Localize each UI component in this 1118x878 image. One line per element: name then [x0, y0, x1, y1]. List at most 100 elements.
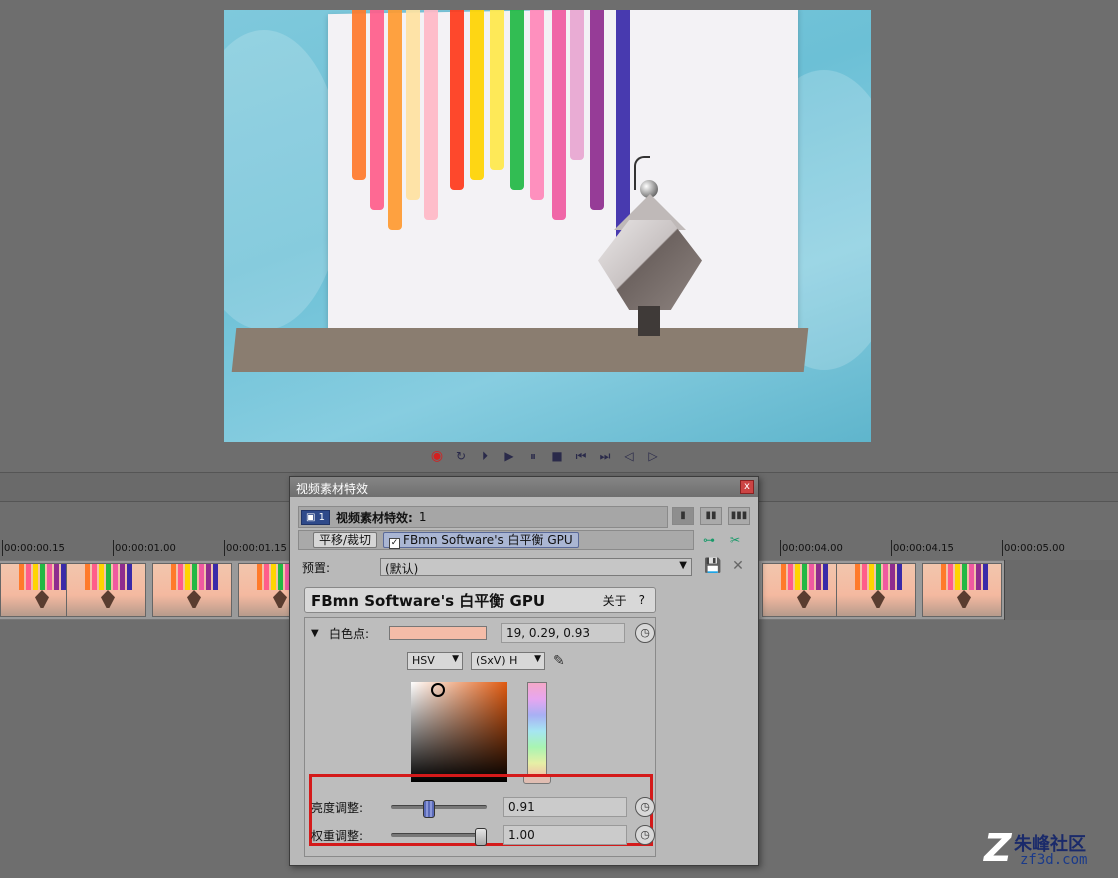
track-thumbnail: [152, 563, 232, 617]
track-thumbnail: [762, 563, 842, 617]
ribbon: [406, 10, 420, 200]
plugin-chain: 平移/裁切 ✓ FBmn Software's 白平衡 GPU: [298, 530, 694, 550]
weight-slider[interactable]: [391, 828, 487, 846]
color-model-value: HSV: [412, 654, 435, 667]
plugin-chain-icon[interactable]: ⊶: [700, 532, 718, 548]
loop-button[interactable]: ↻: [452, 447, 470, 465]
keyframe-clock-icon[interactable]: ◷: [635, 825, 655, 845]
color-model-select[interactable]: HSV ▼: [407, 652, 463, 670]
ruler-tick: [891, 540, 892, 556]
ribbon: [470, 10, 484, 180]
ribbon: [552, 10, 566, 220]
ribbon: [510, 10, 524, 190]
plugin-label: FBmn Software's 白平衡 GPU: [403, 533, 573, 547]
ribbon: [590, 10, 604, 210]
keyframe-clock-icon[interactable]: ◷: [635, 623, 655, 643]
single-view-icon[interactable]: ▮: [672, 507, 694, 525]
ruler-label: 00:00:01.00: [115, 543, 176, 554]
video-preview: [224, 10, 871, 442]
double-view-icon[interactable]: ▮▮: [700, 507, 722, 525]
ruler-label: 00:00:00.15: [4, 543, 65, 554]
ruler-tick: [780, 540, 781, 556]
picker-crosshair-icon[interactable]: [431, 683, 445, 697]
ribbon: [450, 10, 464, 190]
eyedropper-icon[interactable]: ✎: [553, 653, 565, 669]
white-point-label: 白色点:: [329, 626, 370, 641]
ornament-stem: [638, 306, 660, 336]
play-button[interactable]: ▶: [500, 447, 518, 465]
go-end-button[interactable]: ⏭: [596, 447, 614, 465]
white-point-swatch[interactable]: [389, 626, 487, 640]
parameter-panel: ▼ 白色点: 19, 0.29, 0.93 ◷ HSV ▼ (SxV) H ▼ …: [304, 617, 656, 857]
chevron-down-icon: ▼: [534, 654, 541, 664]
brightness-slider[interactable]: [391, 800, 487, 818]
ruler-tick: [1002, 540, 1003, 556]
chevron-down-icon: ▼: [679, 560, 687, 571]
plugin-label: 平移/裁切: [319, 533, 372, 547]
keyframe-clock-icon[interactable]: ◷: [635, 797, 655, 817]
timeline-empty-area: [1004, 560, 1118, 620]
watermark-url: zf3d.com: [1020, 852, 1088, 868]
slider-track: [391, 833, 487, 837]
track-thumbnail: [66, 563, 146, 617]
ribbon: [370, 10, 384, 210]
weight-row: 权重调整: 1.00 ◷: [311, 824, 655, 846]
next-frame-button[interactable]: ▷: [644, 447, 662, 465]
slider-handle[interactable]: [475, 828, 487, 846]
preset-label: 预置:: [302, 560, 331, 575]
white-point-row: ▼ 白色点: 19, 0.29, 0.93 ◷: [311, 623, 655, 643]
slider-track: [391, 805, 487, 809]
plugin-pan-crop[interactable]: 平移/裁切: [313, 532, 378, 548]
weight-value[interactable]: 1.00: [503, 825, 627, 845]
plugin-header: FBmn Software's 白平衡 GPU 关于 ?: [304, 587, 656, 613]
ruler-label: 00:00:05.00: [1004, 543, 1065, 554]
preset-icons: 💾 ✕: [704, 558, 746, 574]
towel-fold: [224, 30, 344, 330]
help-button[interactable]: ?: [639, 593, 645, 607]
preset-select[interactable]: (默认) ▼: [380, 558, 692, 576]
color-axis-value: (SxV) H: [476, 654, 518, 667]
chain-label: 视频素材特效:: [336, 510, 413, 525]
stop-button[interactable]: ■: [548, 447, 566, 465]
plugin-title: FBmn Software's 白平衡 GPU: [311, 591, 546, 610]
color-mode-row: HSV ▼ (SxV) H ▼ ✎: [407, 652, 565, 670]
ruler-tick: [2, 540, 3, 556]
chevron-down-icon: ▼: [452, 654, 459, 664]
delete-preset-icon[interactable]: ✕: [730, 558, 746, 574]
save-preset-icon[interactable]: 💾: [704, 558, 721, 574]
ruler-tick: [224, 540, 225, 556]
color-axis-select[interactable]: (SxV) H ▼: [471, 652, 545, 670]
remove-plugin-icon[interactable]: ✂: [726, 532, 744, 548]
weight-label: 权重调整:: [311, 828, 364, 843]
preset-row: 预置: (默认) ▼: [302, 557, 692, 577]
brightness-label: 亮度调整:: [311, 800, 364, 815]
plugin-white-balance[interactable]: ✓ FBmn Software's 白平衡 GPU: [383, 532, 579, 549]
slider-handle[interactable]: [423, 800, 435, 818]
play-from-start-button[interactable]: ⏵: [476, 447, 494, 465]
about-button[interactable]: 关于: [603, 592, 627, 609]
chain-badge[interactable]: ▣ 1: [301, 509, 330, 525]
collapse-triangle-icon[interactable]: ▼: [311, 628, 329, 639]
ribbon: [490, 10, 504, 170]
track-thumbnail: [836, 563, 916, 617]
prev-frame-button[interactable]: ◁: [620, 447, 638, 465]
track-thumbnail: [922, 563, 1002, 617]
hue-strip[interactable]: [527, 682, 547, 780]
brown-board: [231, 328, 809, 372]
watermark-z-icon: Z: [984, 826, 1012, 870]
ribbon: [570, 10, 584, 160]
brightness-row: 亮度调整: 0.91 ◷: [311, 796, 655, 818]
pause-button[interactable]: ⏸: [524, 447, 542, 465]
dialog-title: 视频素材特效: [296, 482, 369, 496]
record-button[interactable]: ◉: [428, 447, 446, 465]
close-icon[interactable]: x: [740, 480, 754, 494]
chain-count: 1: [418, 510, 427, 524]
dialog-titlebar[interactable]: 视频素材特效 x: [290, 477, 758, 497]
white-point-value[interactable]: 19, 0.29, 0.93: [501, 623, 625, 643]
view-mode-buttons: ▮ ▮▮ ▮▮▮: [672, 507, 750, 525]
go-start-button[interactable]: ⏮: [572, 447, 590, 465]
brightness-value[interactable]: 0.91: [503, 797, 627, 817]
triple-view-icon[interactable]: ▮▮▮: [728, 507, 750, 525]
plugin-enable-checkbox[interactable]: ✓: [389, 538, 401, 549]
color-square-picker[interactable]: [411, 682, 507, 782]
